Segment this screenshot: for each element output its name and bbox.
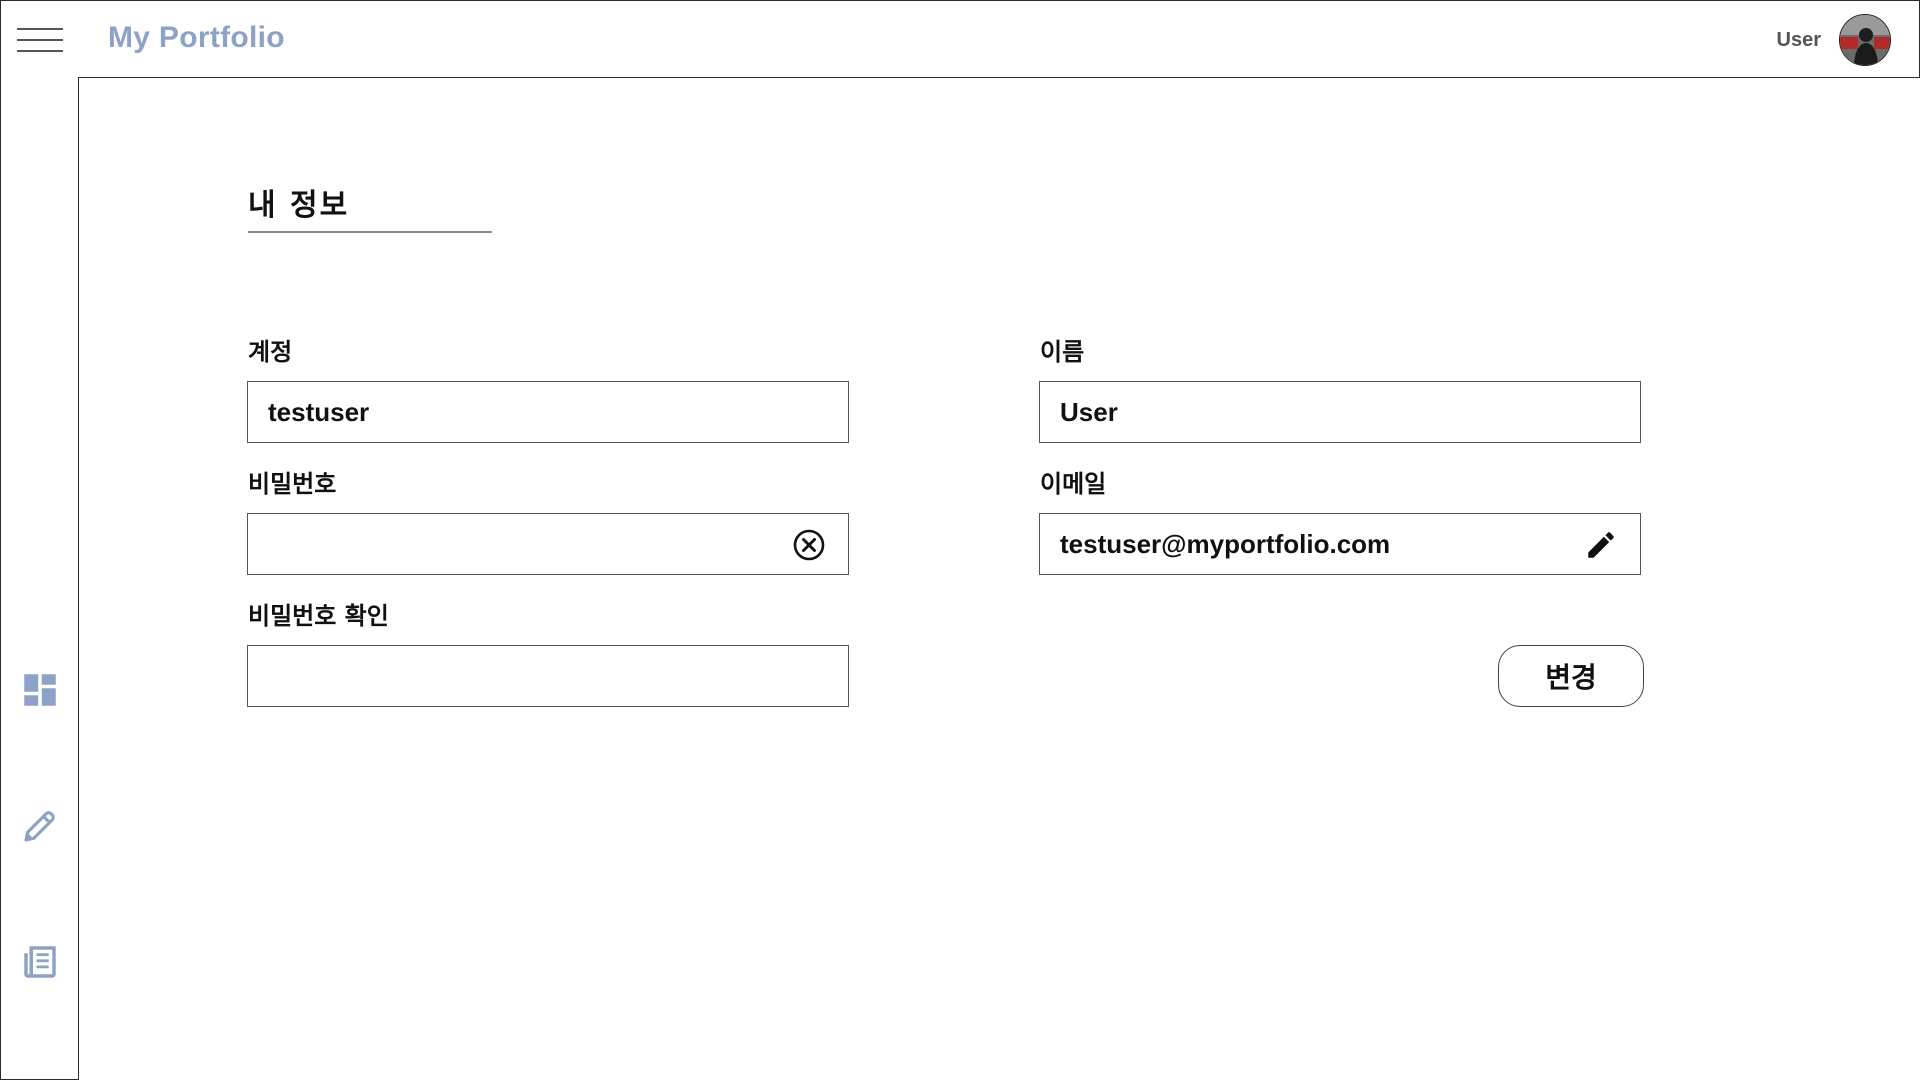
password-input[interactable] xyxy=(248,514,848,574)
account-field-box xyxy=(247,381,849,443)
email-label: 이메일 xyxy=(1040,470,1107,498)
name-label: 이름 xyxy=(1040,338,1085,366)
clear-icon[interactable] xyxy=(792,528,826,562)
user-avatar[interactable] xyxy=(1839,14,1891,66)
password-confirm-label: 비밀번호 확인 xyxy=(248,602,389,630)
password-confirm-field-box xyxy=(247,645,849,707)
email-input[interactable] xyxy=(1040,514,1640,574)
header-user-name: User xyxy=(1776,29,1821,51)
sidebar xyxy=(0,0,79,1080)
hamburger-menu-icon[interactable] xyxy=(17,28,63,54)
account-label: 계정 xyxy=(248,338,293,366)
change-button[interactable]: 변경 xyxy=(1498,645,1644,707)
name-input[interactable] xyxy=(1040,382,1640,442)
name-field-box xyxy=(1039,381,1641,443)
top-header: My Portfolio User xyxy=(78,0,1920,78)
brand-title[interactable]: My Portfolio xyxy=(108,21,285,55)
pencil-icon[interactable] xyxy=(1584,528,1618,562)
email-field-box xyxy=(1039,513,1641,575)
password-label: 비밀번호 xyxy=(248,470,337,498)
article-icon[interactable] xyxy=(19,941,61,983)
title-underline xyxy=(248,231,492,233)
password-field-box xyxy=(247,513,849,575)
page-title: 내 정보 xyxy=(248,188,350,223)
password-confirm-input[interactable] xyxy=(248,646,848,706)
account-input[interactable] xyxy=(248,382,848,442)
edit-icon[interactable] xyxy=(19,805,61,847)
dashboard-icon[interactable] xyxy=(19,669,61,711)
